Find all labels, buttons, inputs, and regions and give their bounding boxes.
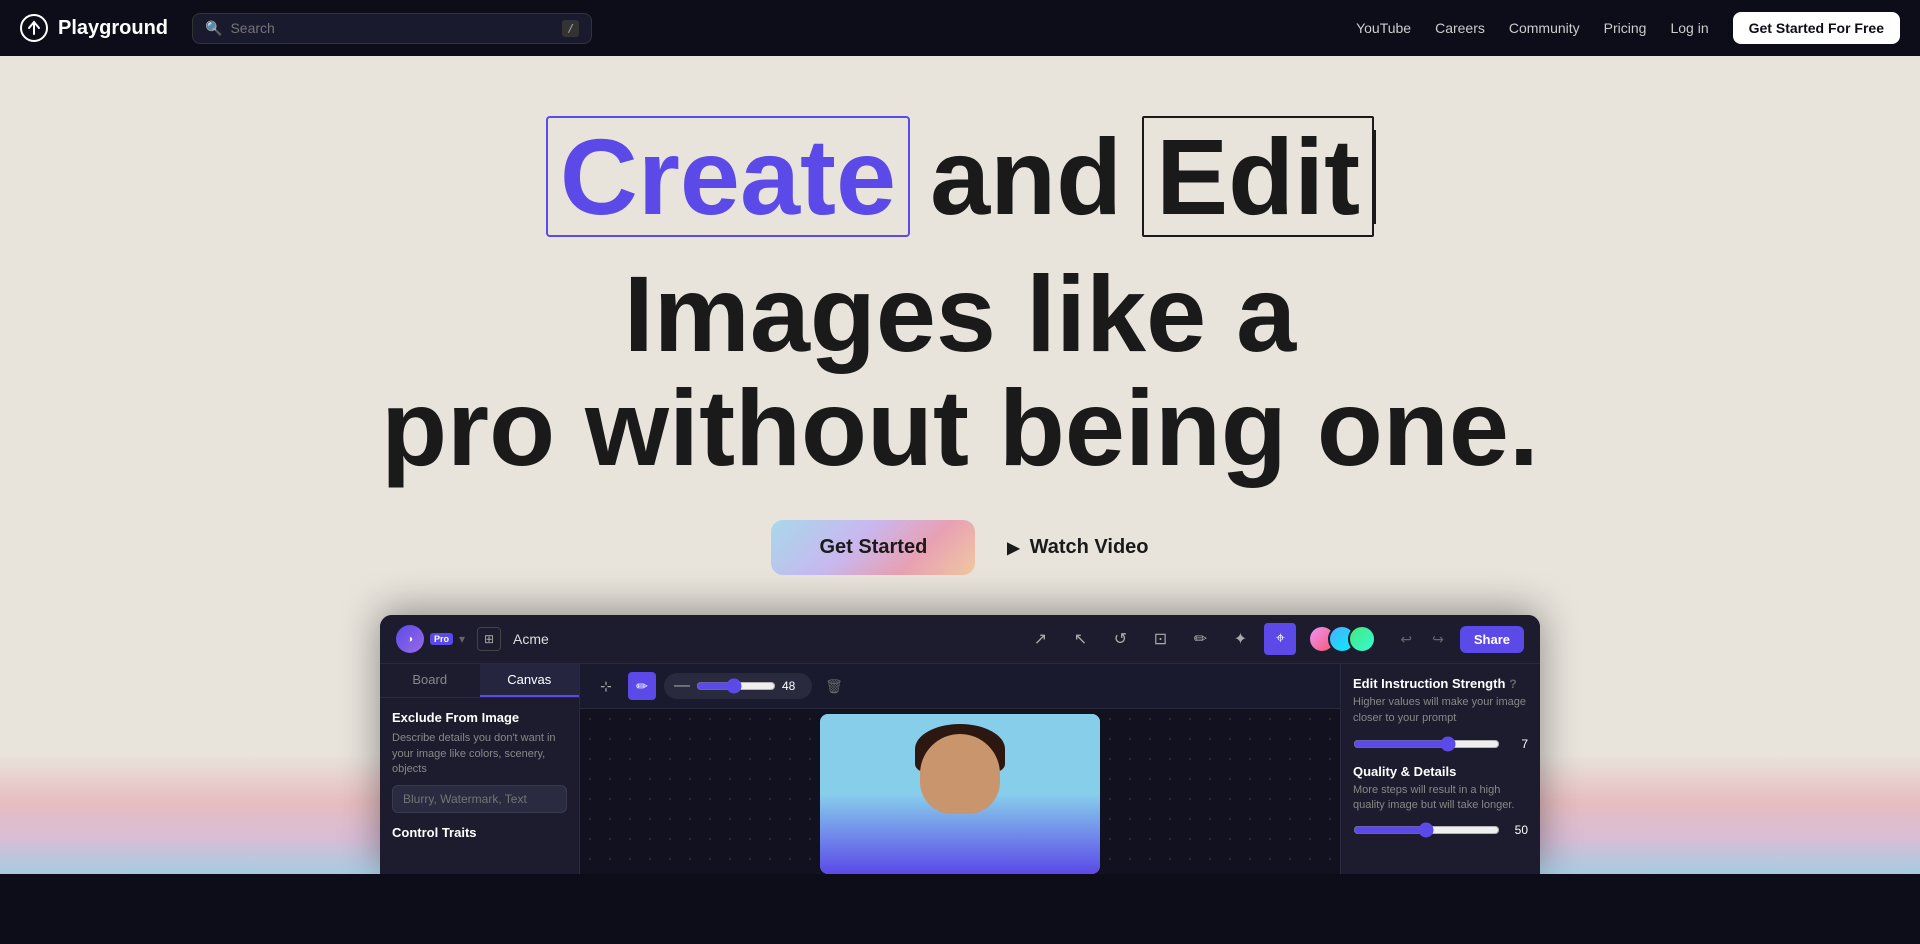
canvas-toolbar: ⊹ ✏ — 48 🗑 <box>580 664 1340 709</box>
hero-headline: Create and Edit Images like a pro withou… <box>360 116 1560 484</box>
exclude-from-image-section: Exclude From Image Describe details you … <box>380 698 579 825</box>
canvas-area: ⊹ ✏ — 48 🗑 <box>580 664 1340 874</box>
hero-edit-word: Edit <box>1142 116 1374 237</box>
logo-icon <box>20 14 48 42</box>
exclude-input[interactable] <box>392 785 567 813</box>
avatar-3 <box>1348 625 1376 653</box>
crop-icon-btn[interactable]: ⊡ <box>1144 623 1176 655</box>
logo-link[interactable]: Playground <box>20 14 168 42</box>
hero-buttons: Get Started ▶ Watch Video <box>771 520 1148 575</box>
refresh-icon-btn[interactable]: ↺ <box>1104 623 1136 655</box>
search-icon: 🔍 <box>205 20 222 37</box>
brush-size-slider[interactable] <box>696 678 776 694</box>
share-icon-btn[interactable]: ↗ <box>1024 623 1056 655</box>
hero-line-1: Create and Edit Images like a <box>360 116 1560 371</box>
brush-tool-icon[interactable]: ✏ <box>628 672 656 700</box>
share-button[interactable]: Share <box>1460 626 1524 653</box>
logo-text: Playground <box>58 17 168 40</box>
strength-slider-row: 7 <box>1353 736 1528 752</box>
nav-links: YouTube Careers Community Pricing Log in… <box>1356 12 1900 44</box>
quality-details-desc: More steps will result in a high quality… <box>1353 783 1528 814</box>
app-mockup: ◑ Pro ▾ ⊞ Acme ↗ ↖ ↺ ⊡ ✏ ✦ ⌖ ↩ ↪ <box>380 615 1540 874</box>
get-started-button[interactable]: Get Started <box>771 520 975 575</box>
brush-icon-btn[interactable]: ⌖ <box>1264 623 1296 655</box>
strength-desc: Higher values will make your image close… <box>1353 695 1528 726</box>
brush-size-value: 48 <box>782 679 802 693</box>
pro-badge: Pro <box>430 633 453 645</box>
quality-value: 50 <box>1508 823 1528 837</box>
brush-size-control: — 48 <box>664 673 812 699</box>
tab-board[interactable]: Board <box>380 664 480 697</box>
workspace-chevron-icon: ▾ <box>459 632 465 646</box>
play-icon: ▶ <box>1007 538 1019 558</box>
strength-value: 7 <box>1508 737 1528 751</box>
left-panel: Board Canvas Exclude From Image Describe… <box>380 664 580 874</box>
canvas-dot-grid[interactable] <box>580 709 1340 874</box>
nav-link-youtube[interactable]: YouTube <box>1356 20 1411 36</box>
magic-icon-btn[interactable]: ✦ <box>1224 623 1256 655</box>
person-head <box>920 734 1000 814</box>
nav-link-pricing[interactable]: Pricing <box>1604 20 1647 36</box>
mockup-toolbar: ◑ Pro ▾ ⊞ Acme ↗ ↖ ↺ ⊡ ✏ ✦ ⌖ ↩ ↪ <box>380 615 1540 664</box>
quality-slider-row: 50 <box>1353 822 1528 838</box>
hero-create-word: Create <box>546 116 910 237</box>
cursor-icon-btn[interactable]: ↖ <box>1064 623 1096 655</box>
strength-title-text: Edit Instruction Strength <box>1353 676 1505 691</box>
delete-icon[interactable]: 🗑 <box>820 672 848 700</box>
exclude-section-title: Exclude From Image <box>392 710 567 725</box>
canvas-image <box>820 714 1100 874</box>
pages-icon[interactable]: ⊞ <box>477 627 501 651</box>
login-link[interactable]: Log in <box>1670 20 1708 36</box>
redo-icon[interactable]: ↪ <box>1428 627 1448 652</box>
edit-instruction-strength-title: Edit Instruction Strength ? <box>1353 676 1528 691</box>
quality-slider[interactable] <box>1353 822 1500 838</box>
move-tool-icon[interactable]: ⊹ <box>592 672 620 700</box>
panel-tabs: Board Canvas <box>380 664 579 698</box>
nav-link-careers[interactable]: Careers <box>1435 20 1485 36</box>
search-input[interactable] <box>230 20 554 36</box>
hero-line-2: pro without being one. <box>360 371 1560 484</box>
collaborator-avatars <box>1308 625 1376 653</box>
hero-images-like-a: Images like a <box>624 257 1296 370</box>
control-traits-title: Control Traits <box>392 825 567 840</box>
toolbar-icons: ↗ ↖ ↺ ⊡ ✏ ✦ ⌖ <box>1024 623 1296 655</box>
undo-icon[interactable]: ↩ <box>1396 627 1416 652</box>
brush-dash-icon: — <box>674 677 690 695</box>
workspace-name: Acme <box>513 631 549 647</box>
mockup-body: Board Canvas Exclude From Image Describe… <box>380 664 1540 874</box>
control-traits-section: Control Traits <box>380 825 579 848</box>
navbar: Playground 🔍 / YouTube Careers Community… <box>0 0 1920 56</box>
search-bar[interactable]: 🔍 / <box>192 13 592 44</box>
mockup-logo-area: ◑ Pro ▾ <box>396 625 465 653</box>
exclude-section-desc: Describe details you don't want in your … <box>392 731 567 777</box>
quality-details-title: Quality & Details <box>1353 764 1528 779</box>
hero-section: Create and Edit Images like a pro withou… <box>0 56 1920 874</box>
search-slash-badge: / <box>562 20 579 37</box>
right-panel: Edit Instruction Strength ? Higher value… <box>1340 664 1540 874</box>
get-started-for-free-button[interactable]: Get Started For Free <box>1733 12 1900 44</box>
tab-canvas[interactable]: Canvas <box>480 664 580 697</box>
nav-link-community[interactable]: Community <box>1509 20 1580 36</box>
watch-video-label: Watch Video <box>1030 536 1149 559</box>
mockup-logo-icon: ◑ <box>396 625 424 653</box>
person-silhouette <box>820 714 1100 874</box>
info-icon: ? <box>1509 677 1516 691</box>
hero-and-word: and <box>930 120 1122 233</box>
pen-icon-btn[interactable]: ✏ <box>1184 623 1216 655</box>
strength-slider[interactable] <box>1353 736 1500 752</box>
watch-video-button[interactable]: ▶ Watch Video <box>1007 536 1148 559</box>
